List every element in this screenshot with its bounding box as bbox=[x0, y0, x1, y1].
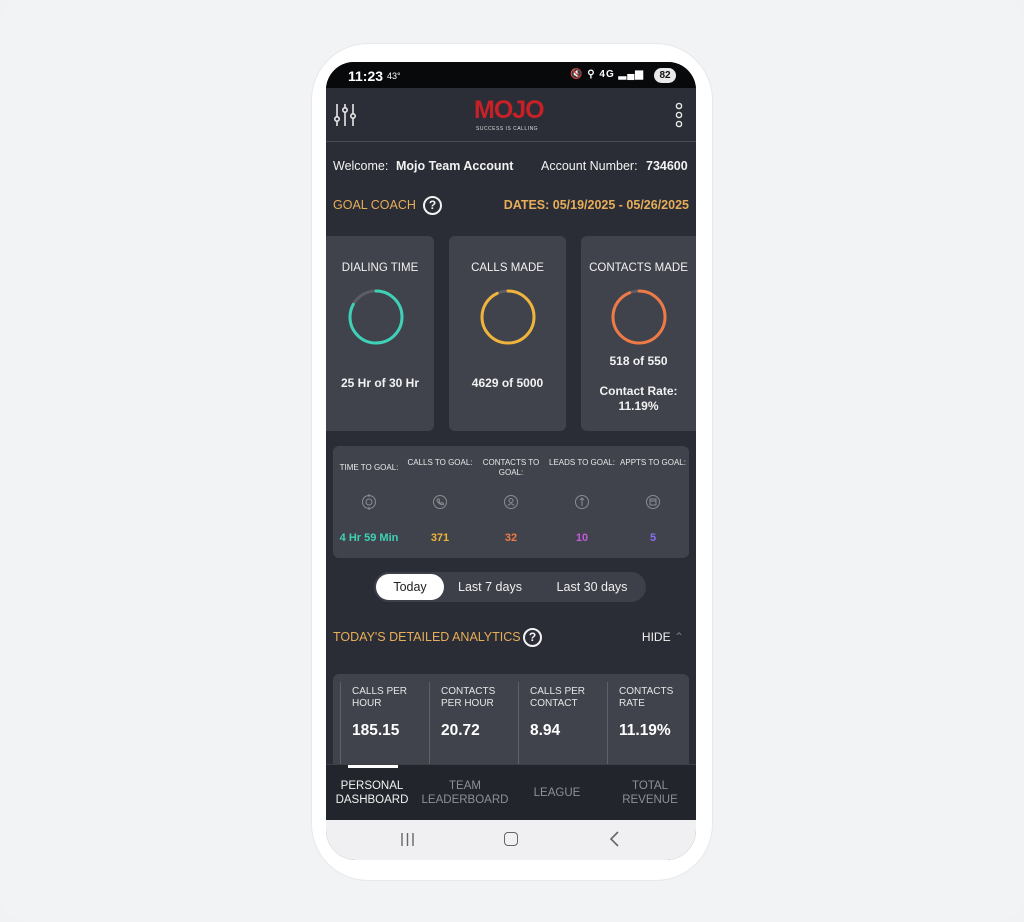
dialing-time-card[interactable]: DIALING TIME 25 Hr of 30 Hr bbox=[326, 236, 434, 431]
card-title: CALLS MADE bbox=[471, 262, 544, 274]
card-value: 4629 of 5000 bbox=[471, 376, 544, 390]
lead-icon bbox=[575, 495, 589, 509]
analytics-panel: CALLS PER HOUR 185.15 CONTACTS PER HOUR 20… bbox=[333, 674, 689, 774]
card-value: 518 of 550 bbox=[609, 354, 668, 368]
calls-to-goal: CALLS TO GOAL: 371 bbox=[405, 446, 475, 558]
contacts-to-goal: CONTACTS TO GOAL: 32 bbox=[476, 446, 546, 558]
mojo-logo: MOJO SUCCESS IS CALLING bbox=[470, 96, 550, 136]
goal-col-title: CALLS TO GOAL: bbox=[407, 458, 473, 467]
card-value: 25 Hr of 30 Hr bbox=[340, 376, 420, 390]
goal-col-value: 10 bbox=[575, 532, 589, 544]
goal-col-title: LEADS TO GOAL: bbox=[549, 458, 615, 467]
dialing-time-progress-ring bbox=[348, 289, 404, 345]
home-icon[interactable] bbox=[504, 832, 518, 846]
contacts-rate-metric: CONTACTS RATE 11.19% bbox=[607, 682, 689, 774]
nav-personal-dashboard[interactable]: PERSONAL DASHBOARD bbox=[326, 765, 418, 821]
tab-last-7-days[interactable]: Last 7 days bbox=[448, 572, 532, 602]
to-goal-panel: TIME TO GOAL: 4 Hr 59 Min CALLS TO GOAL:… bbox=[333, 446, 689, 558]
logo-tagline: SUCCESS IS CALLING bbox=[476, 126, 539, 132]
goal-col-title: TIME TO GOAL: bbox=[339, 463, 399, 472]
welcome-label: Welcome: bbox=[333, 159, 389, 173]
system-navigation-bar bbox=[326, 820, 696, 860]
contacts-made-progress-ring bbox=[611, 289, 667, 345]
metric-label: CONTACTS RATE bbox=[619, 686, 674, 709]
metric-label: CALLS PER CONTACT bbox=[530, 686, 586, 709]
nav-team-leaderboard[interactable]: TEAM LEADERBOARD bbox=[419, 765, 511, 821]
goal-col-title: APPTS TO GOAL: bbox=[620, 458, 686, 467]
card-title: CONTACTS MADE bbox=[589, 262, 688, 274]
hide-analytics-button[interactable]: HIDE ⌃ bbox=[642, 630, 684, 644]
card-title: DIALING TIME bbox=[341, 262, 419, 274]
calls-per-contact-metric: CALLS PER CONTACT 8.94 bbox=[518, 682, 607, 774]
goal-col-value: 4 Hr 59 Min bbox=[339, 532, 399, 544]
account-number: 734600 bbox=[646, 159, 688, 173]
goal-coach-help-icon[interactable]: ? bbox=[423, 196, 442, 215]
back-icon[interactable] bbox=[609, 831, 621, 847]
contact-icon bbox=[504, 495, 518, 509]
battery-icon: 82 bbox=[654, 68, 676, 83]
account-number-label: Account Number: bbox=[541, 159, 638, 173]
metric-value: 11.19% bbox=[619, 722, 671, 739]
goal-col-value: 32 bbox=[504, 532, 518, 544]
target-icon bbox=[362, 494, 376, 510]
status-time: 11:23 bbox=[348, 68, 384, 84]
appts-to-goal: APPTS TO GOAL: 5 bbox=[618, 446, 688, 558]
chevron-up-icon: ⌃ bbox=[673, 630, 684, 644]
status-temperature: 43° bbox=[387, 71, 401, 81]
tab-last-30-days[interactable]: Last 30 days bbox=[544, 572, 640, 602]
metric-value: 185.15 bbox=[352, 722, 400, 739]
metric-label: CALLS PER HOUR bbox=[352, 686, 408, 709]
calendar-icon bbox=[646, 495, 660, 509]
status-bar: 11:23 43° 🔇 ⚲ 4G ▂▄▆ 82 bbox=[326, 62, 696, 88]
app-header: MOJO SUCCESS IS CALLING bbox=[326, 88, 696, 142]
contacts-made-card[interactable]: CONTACTS MADE 518 of 550 Contact Rate: 1… bbox=[581, 236, 696, 431]
leads-to-goal: LEADS TO GOAL: 10 bbox=[547, 446, 617, 558]
metric-value: 20.72 bbox=[441, 722, 480, 739]
phone-icon bbox=[433, 495, 447, 509]
calls-made-progress-ring bbox=[480, 289, 536, 345]
logo-text: MOJO bbox=[474, 96, 545, 124]
calls-per-hour-metric: CALLS PER HOUR 185.15 bbox=[340, 682, 429, 774]
filter-sliders-icon[interactable] bbox=[332, 102, 358, 128]
app-screen: 11:23 43° 🔇 ⚲ 4G ▂▄▆ 82 MOJO SUCCESS IS … bbox=[326, 62, 696, 860]
date-range: DATES: 05/19/2025 - 05/26/2025 bbox=[503, 198, 689, 212]
metric-label: CONTACTS PER HOUR bbox=[441, 686, 496, 709]
analytics-help-icon[interactable]: ? bbox=[523, 628, 542, 647]
goal-coach-title: GOAL COACH bbox=[333, 198, 416, 212]
nav-league[interactable]: LEAGUE bbox=[511, 765, 603, 821]
detailed-analytics-title: TODAY'S DETAILED ANALYTICS bbox=[333, 630, 521, 644]
hide-label: HIDE bbox=[641, 630, 671, 644]
contact-rate-label: Contact Rate: bbox=[599, 384, 678, 398]
tab-today[interactable]: Today bbox=[376, 574, 444, 600]
network-indicator: 🔇 ⚲ 4G ▂▄▆ bbox=[570, 69, 644, 80]
nav-total-revenue[interactable]: TOTAL REVENUE bbox=[604, 765, 696, 821]
time-to-goal: TIME TO GOAL: 4 Hr 59 Min bbox=[334, 446, 404, 558]
account-name: Mojo Team Account bbox=[396, 159, 514, 173]
contacts-per-hour-metric: CONTACTS PER HOUR 20.72 bbox=[429, 682, 518, 774]
goal-col-value: 5 bbox=[649, 532, 657, 544]
goal-col-title: CONTACTS TO GOAL: bbox=[482, 458, 540, 477]
date-range-tabs: Today Last 7 days Last 30 days bbox=[374, 572, 646, 602]
network-type: 4G bbox=[599, 69, 615, 80]
recent-apps-icon[interactable] bbox=[400, 833, 415, 846]
metric-value: 8.94 bbox=[530, 722, 561, 739]
calls-made-card[interactable]: CALLS MADE 4629 of 5000 bbox=[449, 236, 566, 431]
goal-col-value: 371 bbox=[430, 532, 450, 544]
contact-rate-value: 11.19% bbox=[618, 399, 659, 413]
bottom-navigation: PERSONAL DASHBOARD TEAM LEADERBOARD LEAGUE… bbox=[326, 764, 696, 820]
more-options-icon[interactable] bbox=[674, 102, 684, 130]
active-tab-indicator bbox=[348, 765, 398, 768]
